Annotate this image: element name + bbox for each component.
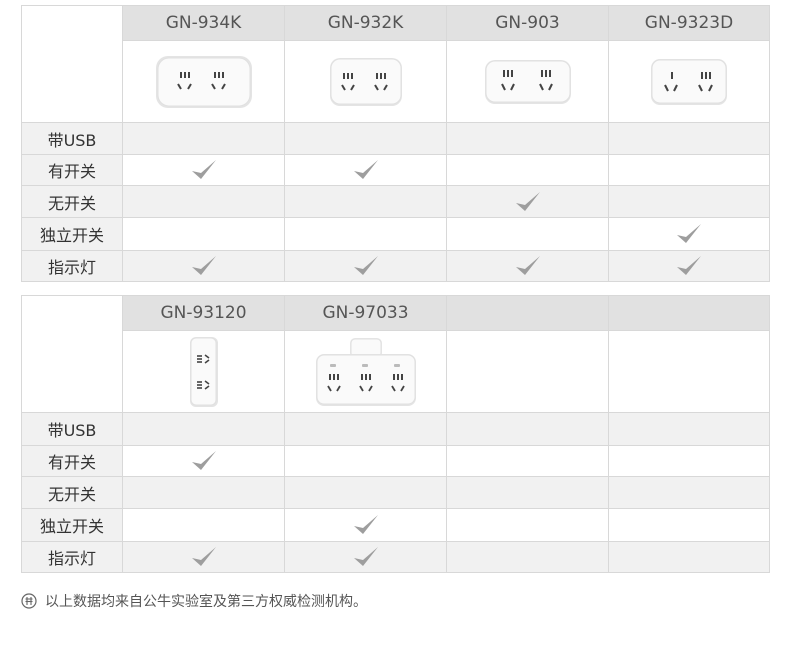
feature-cell <box>447 155 609 186</box>
checkmark-icon <box>515 256 540 275</box>
power-strip-2-outlet-image <box>484 59 571 104</box>
product-image-cell <box>123 331 285 413</box>
checkmark-icon <box>191 547 216 566</box>
product-image-cell <box>447 41 609 123</box>
power-strip-vertical-image <box>189 336 218 407</box>
model-name: GN-9323D <box>609 6 770 41</box>
feature-cell <box>609 186 770 218</box>
info-circle-icon <box>21 593 37 609</box>
feature-cell <box>447 542 609 573</box>
feature-cell <box>285 251 447 282</box>
feature-label: 指示灯 <box>22 251 123 282</box>
product-image-cell <box>609 41 770 123</box>
feature-cell <box>123 509 285 542</box>
checkmark-icon <box>191 256 216 275</box>
comparison-table-2: GN-93120 GN-97033 带USB 有开关 无开关 独立开关 指示灯 <box>21 295 770 573</box>
feature-cell <box>609 123 770 155</box>
checkmark-icon <box>353 547 378 566</box>
feature-label: 有开关 <box>22 155 123 186</box>
model-name: GN-932K <box>285 6 447 41</box>
power-strip-2-outlet-image <box>651 58 727 105</box>
feature-cell <box>285 509 447 542</box>
feature-cell <box>123 155 285 186</box>
feature-cell <box>123 186 285 218</box>
checkmark-icon <box>353 515 378 534</box>
checkmark-icon <box>515 191 540 211</box>
feature-cell <box>285 123 447 155</box>
feature-cell <box>609 509 770 542</box>
feature-cell <box>447 218 609 251</box>
checkmark-icon <box>353 256 378 275</box>
feature-cell <box>285 186 447 218</box>
feature-cell <box>609 251 770 282</box>
feature-cell <box>609 477 770 509</box>
power-strip-t-shape-image <box>315 337 416 406</box>
feature-cell <box>123 413 285 446</box>
checkmark-icon <box>677 256 701 275</box>
model-name: GN-934K <box>123 6 285 41</box>
feature-cell <box>123 477 285 509</box>
model-name: GN-97033 <box>285 296 447 331</box>
feature-cell <box>447 251 609 282</box>
corner-cell <box>22 6 123 123</box>
feature-label: 带USB <box>22 123 123 155</box>
feature-cell <box>447 413 609 446</box>
checkmark-icon <box>353 160 378 179</box>
feature-cell <box>285 477 447 509</box>
feature-label: 有开关 <box>22 446 123 477</box>
product-image-cell <box>123 41 285 123</box>
checkmark-icon <box>191 160 216 179</box>
feature-cell <box>609 155 770 186</box>
feature-label: 独立开关 <box>22 218 123 251</box>
feature-label: 无开关 <box>22 186 123 218</box>
footnote: 以上数据均来自公牛实验室及第三方权威检测机构。 <box>21 591 367 611</box>
model-name-empty <box>447 296 609 331</box>
feature-cell <box>123 218 285 251</box>
checkmark-icon <box>191 451 216 470</box>
power-strip-2-outlet-image <box>329 57 402 106</box>
product-image-cell-empty <box>609 331 770 413</box>
feature-cell <box>609 413 770 446</box>
feature-cell <box>123 123 285 155</box>
feature-cell <box>447 446 609 477</box>
checkmark-icon <box>677 224 701 243</box>
feature-label: 带USB <box>22 413 123 446</box>
feature-cell <box>123 542 285 573</box>
product-image-cell <box>285 41 447 123</box>
power-strip-2-outlet-image <box>155 55 252 108</box>
feature-cell <box>285 542 447 573</box>
feature-label: 无开关 <box>22 477 123 509</box>
footnote-text: 以上数据均来自公牛实验室及第三方权威检测机构。 <box>45 594 367 610</box>
feature-cell <box>285 155 447 186</box>
feature-cell <box>123 251 285 282</box>
feature-label: 指示灯 <box>22 542 123 573</box>
feature-cell <box>609 542 770 573</box>
feature-cell <box>609 446 770 477</box>
feature-cell <box>285 218 447 251</box>
feature-cell <box>123 446 285 477</box>
feature-cell <box>285 446 447 477</box>
product-image-cell-empty <box>447 331 609 413</box>
model-name-empty <box>609 296 770 331</box>
feature-cell <box>609 218 770 251</box>
feature-label: 独立开关 <box>22 509 123 542</box>
model-name: GN-93120 <box>123 296 285 331</box>
feature-cell <box>285 413 447 446</box>
model-name: GN-903 <box>447 6 609 41</box>
corner-cell <box>22 296 123 413</box>
product-image-cell <box>285 331 447 413</box>
feature-cell <box>447 509 609 542</box>
feature-cell <box>447 186 609 218</box>
feature-cell <box>447 123 609 155</box>
comparison-table-1: GN-934K GN-932K GN-903 GN-9323D 带USB 有开关… <box>21 5 770 282</box>
feature-cell <box>447 477 609 509</box>
